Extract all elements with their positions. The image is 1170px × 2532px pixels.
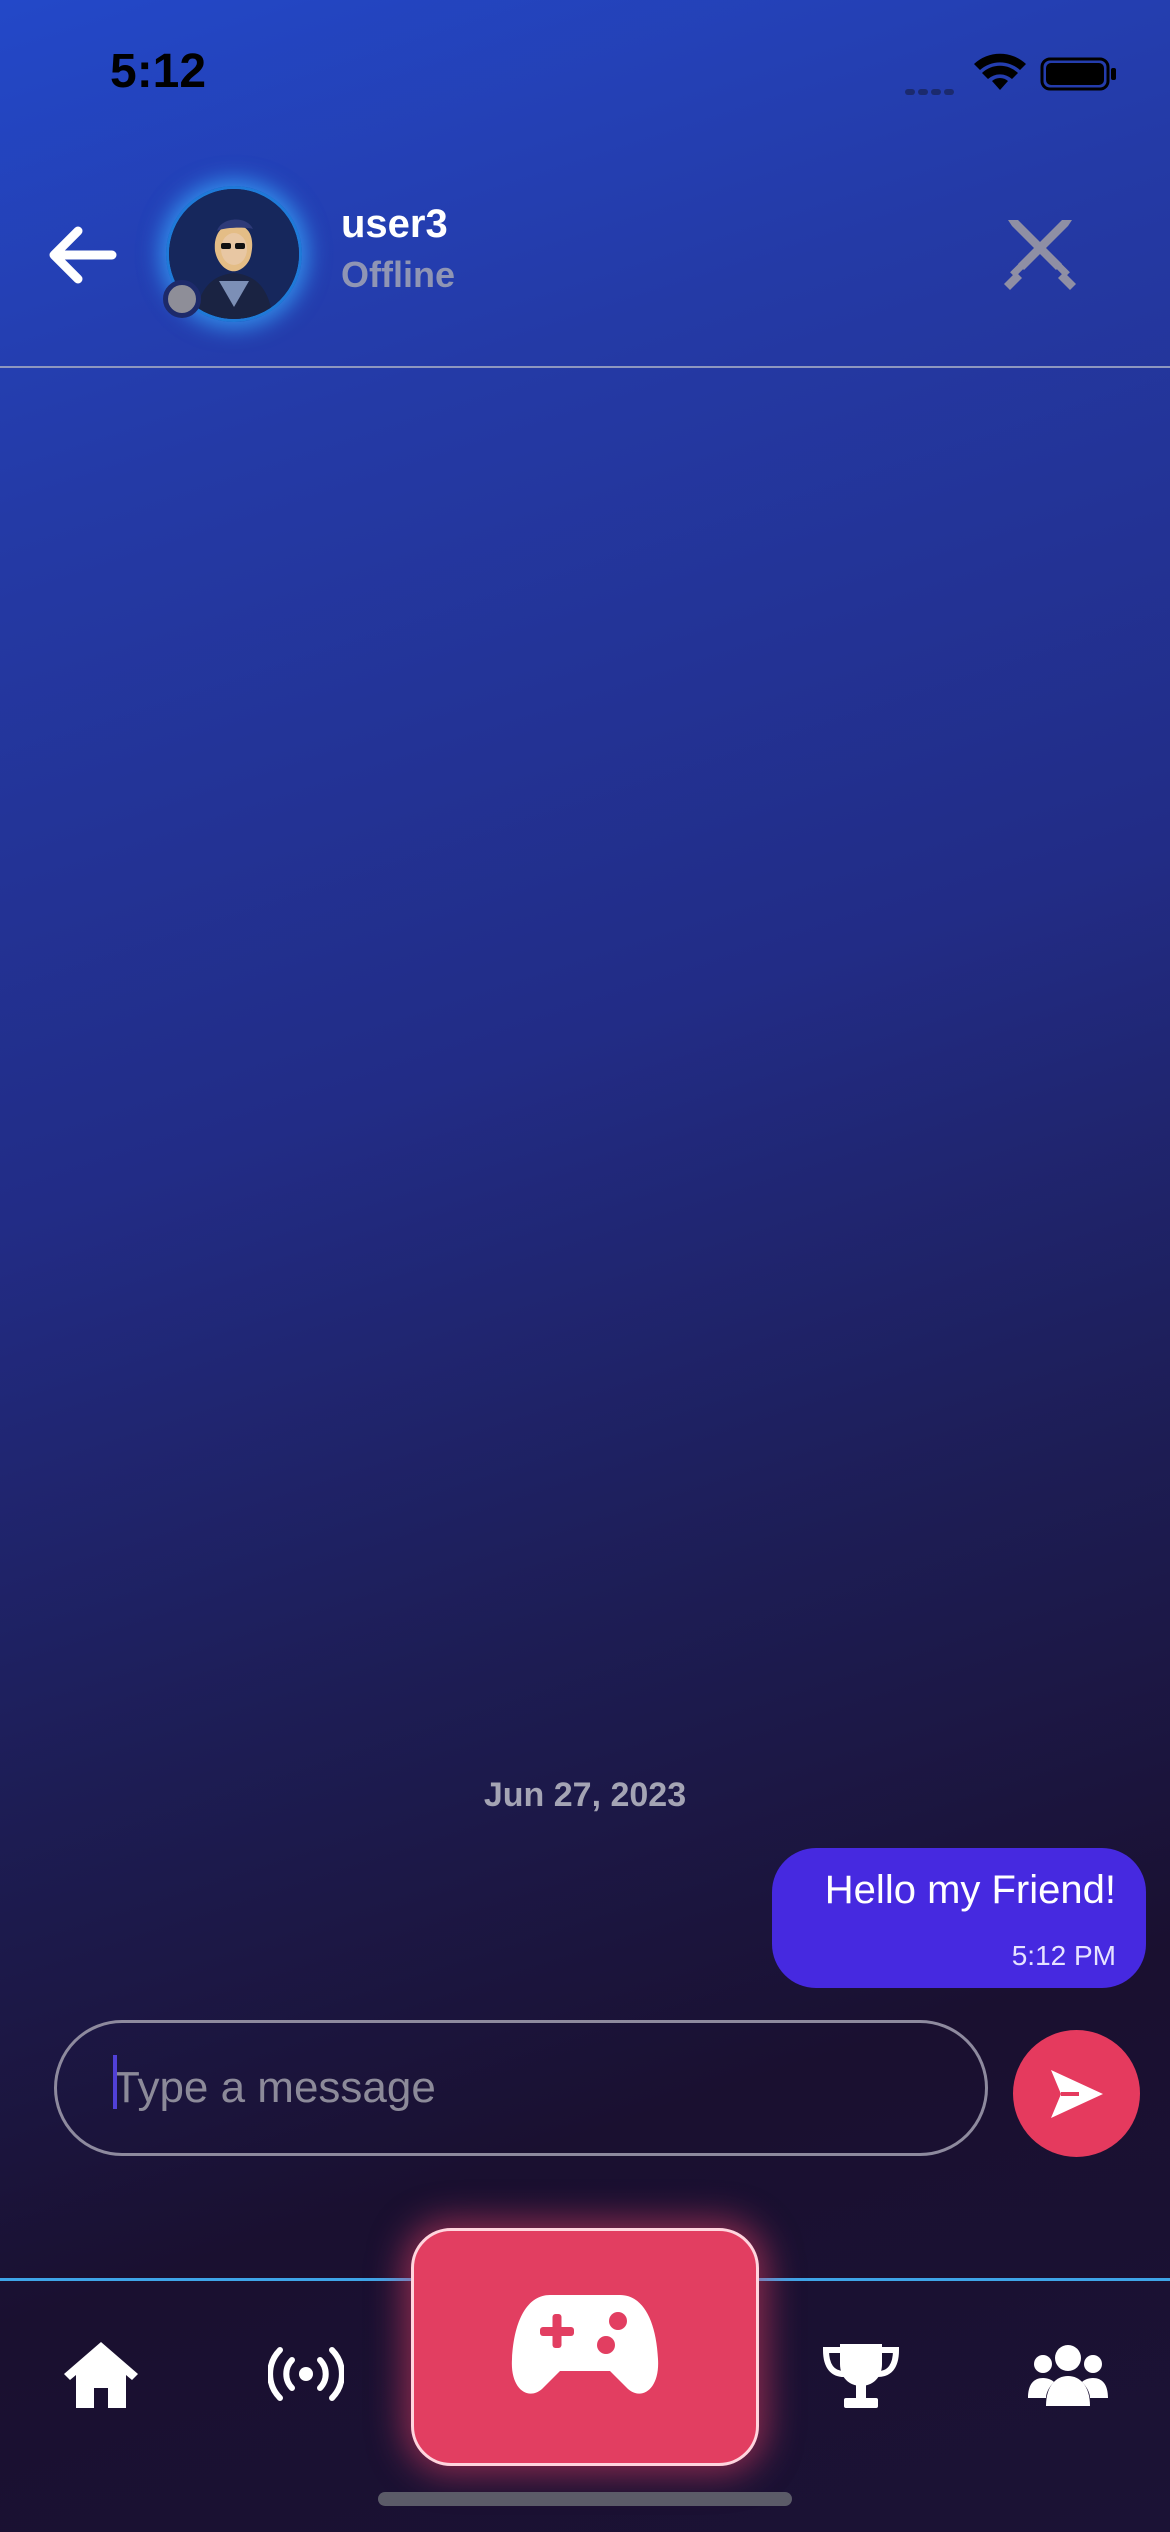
broadcast-icon [267,2347,345,2401]
message-input[interactable] [57,2023,985,2153]
arrow-left-icon [49,226,117,284]
nav-home[interactable] [62,2338,140,2410]
chat-header: user3 Offline [0,140,1170,368]
back-button[interactable] [42,220,122,290]
message-input-container [54,2020,988,2156]
nav-live[interactable] [267,2346,345,2402]
nav-leaderboard[interactable] [822,2340,900,2412]
nav-friends[interactable] [1028,2342,1108,2408]
date-separator: Jun 27, 2023 [483,1776,687,1814]
signal-icon [905,82,957,100]
message-time: 5:12 PM [1011,1940,1116,1971]
users-icon [1028,2345,1108,2406]
crossed-swords-icon [1004,220,1076,290]
chat-user-status: Offline [341,254,455,295]
wifi-icon [974,53,1026,90]
outgoing-message-bubble[interactable]: Hello my Friend! 5:12 PM [772,1848,1146,1988]
header-divider [0,366,1170,368]
challenge-button[interactable] [1000,216,1080,296]
nav-play-button[interactable] [411,2228,759,2466]
status-bar: 5:12 [0,0,1170,140]
status-time: 5:12 [110,45,207,98]
chat-user-name[interactable]: user3 [341,202,448,247]
send-icon [1051,2070,1103,2118]
gamepad-icon [511,2295,659,2394]
trophy-icon [822,2344,900,2408]
text-caret [113,2055,117,2109]
home-indicator[interactable] [378,2492,792,2506]
battery-icon [1040,57,1116,91]
presence-indicator [163,280,201,318]
message-text: Hello my Friend! [824,1868,1116,1912]
send-button[interactable] [1013,2030,1140,2157]
home-icon [64,2342,138,2408]
